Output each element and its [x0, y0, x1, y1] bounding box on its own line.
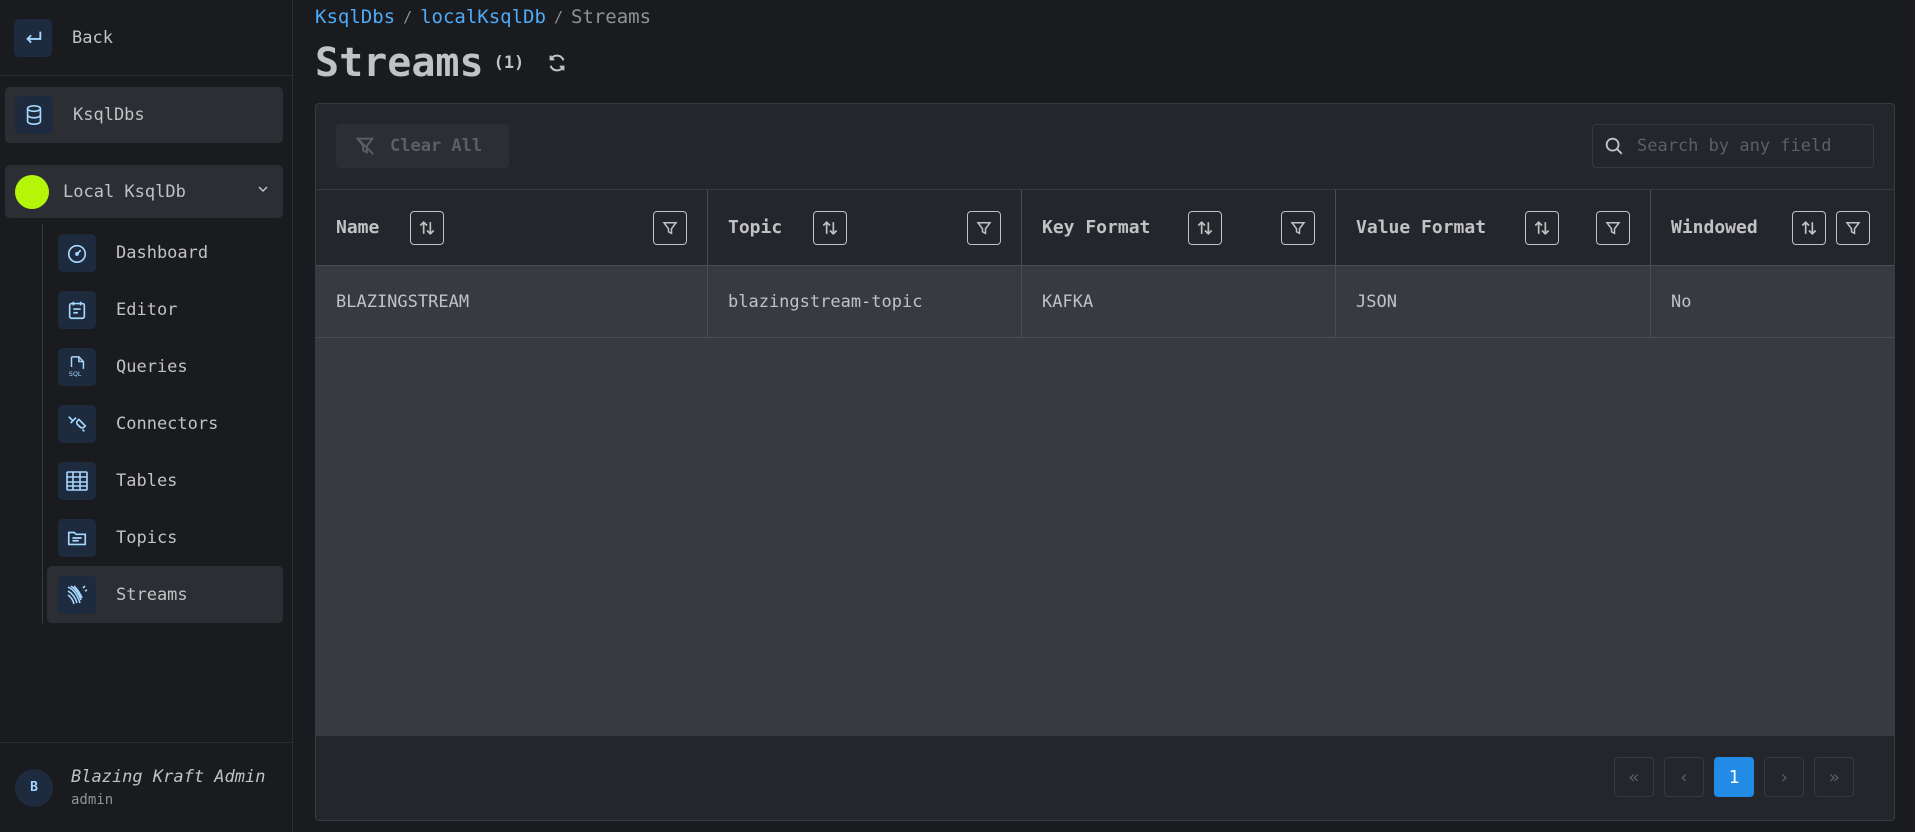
sidebar: Back KsqlDbs Local KsqlDb Dashboard Edit…: [0, 0, 293, 832]
user-profile[interactable]: B Blazing Kraft Admin admin: [0, 742, 293, 832]
user-name: Blazing Kraft Admin: [71, 767, 266, 787]
sidebar-item-queries[interactable]: SQL Queries: [47, 338, 283, 395]
sort-icon[interactable]: [1525, 210, 1559, 245]
table-icon: [58, 461, 96, 500]
cell-topic: blazingstream-topic: [708, 266, 1022, 337]
environment-name: Local KsqlDb: [63, 181, 186, 202]
filter-off-icon: [355, 137, 375, 155]
page-header: Streams (1): [315, 40, 568, 86]
gauge-icon: [58, 233, 96, 272]
environment-color-dot: [15, 174, 49, 209]
sidebar-item-tables[interactable]: Tables: [47, 452, 283, 509]
sidebar-item-label: Connectors: [116, 413, 219, 434]
table-footer: « ‹ 1 › »: [316, 735, 1894, 820]
sql-file-icon: SQL: [58, 347, 96, 386]
filter-icon[interactable]: [653, 210, 687, 245]
breadcrumb-current: Streams: [570, 6, 652, 28]
filter-icon[interactable]: [1596, 210, 1630, 245]
stream-icon: [58, 575, 96, 614]
environment-selector[interactable]: Local KsqlDb: [5, 165, 283, 218]
clear-all-button[interactable]: Clear All: [336, 124, 509, 168]
filter-icon[interactable]: [1836, 210, 1870, 245]
sidebar-item-connectors[interactable]: Connectors: [47, 395, 283, 452]
arrow-back-icon: [14, 18, 52, 57]
chevron-down-icon: [255, 181, 271, 202]
column-header-name: Name: [316, 190, 708, 265]
item-count: (1): [493, 53, 525, 73]
sidebar-item-label: Editor: [116, 299, 178, 320]
sort-icon[interactable]: [1188, 210, 1222, 245]
breadcrumb-separator: /: [553, 8, 563, 26]
calendar-editor-icon: [58, 290, 96, 329]
sidebar-item-editor[interactable]: Editor: [47, 281, 283, 338]
page-button-current[interactable]: 1: [1714, 757, 1754, 797]
search-input[interactable]: [1635, 135, 1859, 157]
sort-icon[interactable]: [813, 210, 847, 245]
back-button[interactable]: Back: [0, 0, 293, 76]
pagination: « ‹ 1 › »: [1614, 757, 1854, 797]
page-title: Streams: [315, 40, 484, 86]
sidebar-item-ksqldbs[interactable]: KsqlDbs: [5, 87, 283, 143]
column-header-key-format: Key Format: [1022, 190, 1336, 265]
previous-page-button[interactable]: ‹: [1664, 757, 1704, 797]
sort-icon[interactable]: [1792, 210, 1826, 245]
filter-icon[interactable]: [967, 210, 1001, 245]
refresh-icon[interactable]: [546, 52, 568, 74]
column-header-windowed: Windowed: [1651, 190, 1894, 265]
cell-windowed: No: [1671, 291, 1692, 312]
back-label: Back: [72, 27, 113, 48]
plug-connector-icon: [58, 404, 96, 443]
table-row[interactable]: BLAZINGSTREAM blazingstream-topic KAFKA …: [316, 266, 1894, 338]
avatar: B: [15, 768, 53, 807]
environment-subnav: Dashboard Editor SQL Queries Connectors …: [42, 224, 285, 623]
filter-icon[interactable]: [1281, 210, 1315, 245]
folder-icon: [58, 518, 96, 557]
sidebar-item-dashboard[interactable]: Dashboard: [47, 224, 283, 281]
database-icon: [15, 96, 53, 134]
column-header-topic: Topic: [708, 190, 1022, 265]
first-page-button[interactable]: «: [1614, 757, 1654, 797]
streams-panel: Clear All Name Topic: [315, 103, 1895, 821]
sidebar-item-label: KsqlDbs: [73, 105, 145, 125]
last-page-button[interactable]: »: [1814, 757, 1854, 797]
sidebar-item-label: Dashboard: [116, 242, 209, 263]
sidebar-item-topics[interactable]: Topics: [47, 509, 283, 566]
table-toolbar: Clear All: [316, 104, 1894, 190]
cell-name: BLAZINGSTREAM: [316, 266, 708, 337]
sort-icon[interactable]: [410, 210, 444, 245]
clear-all-label: Clear All: [390, 136, 483, 156]
breadcrumb-separator: /: [403, 8, 413, 26]
column-header-value-format: Value Format: [1336, 190, 1651, 265]
breadcrumb-link-ksqldbs[interactable]: KsqlDbs: [315, 6, 395, 28]
cell-key-format: KAFKA: [1022, 266, 1336, 337]
sidebar-item-label: Tables: [116, 470, 178, 491]
cell-value-format: JSON: [1336, 266, 1651, 337]
breadcrumb-link-localksqldb[interactable]: localKsqlDb: [420, 6, 546, 28]
sidebar-item-streams[interactable]: Streams: [47, 566, 283, 623]
table-header: Name Topic Key Format Value Format Windo…: [316, 190, 1894, 266]
sidebar-item-label: Queries: [116, 356, 188, 377]
sidebar-item-label: Topics: [116, 527, 178, 548]
streams-table: Name Topic Key Format Value Format Windo…: [316, 190, 1894, 735]
search-icon: [1605, 137, 1623, 155]
user-role: admin: [71, 792, 114, 808]
sidebar-item-label: Streams: [116, 584, 188, 605]
breadcrumb: KsqlDbs / localKsqlDb / Streams: [315, 6, 651, 28]
search-box: [1592, 124, 1874, 168]
svg-text:SQL: SQL: [69, 370, 82, 378]
next-page-button[interactable]: ›: [1764, 757, 1804, 797]
